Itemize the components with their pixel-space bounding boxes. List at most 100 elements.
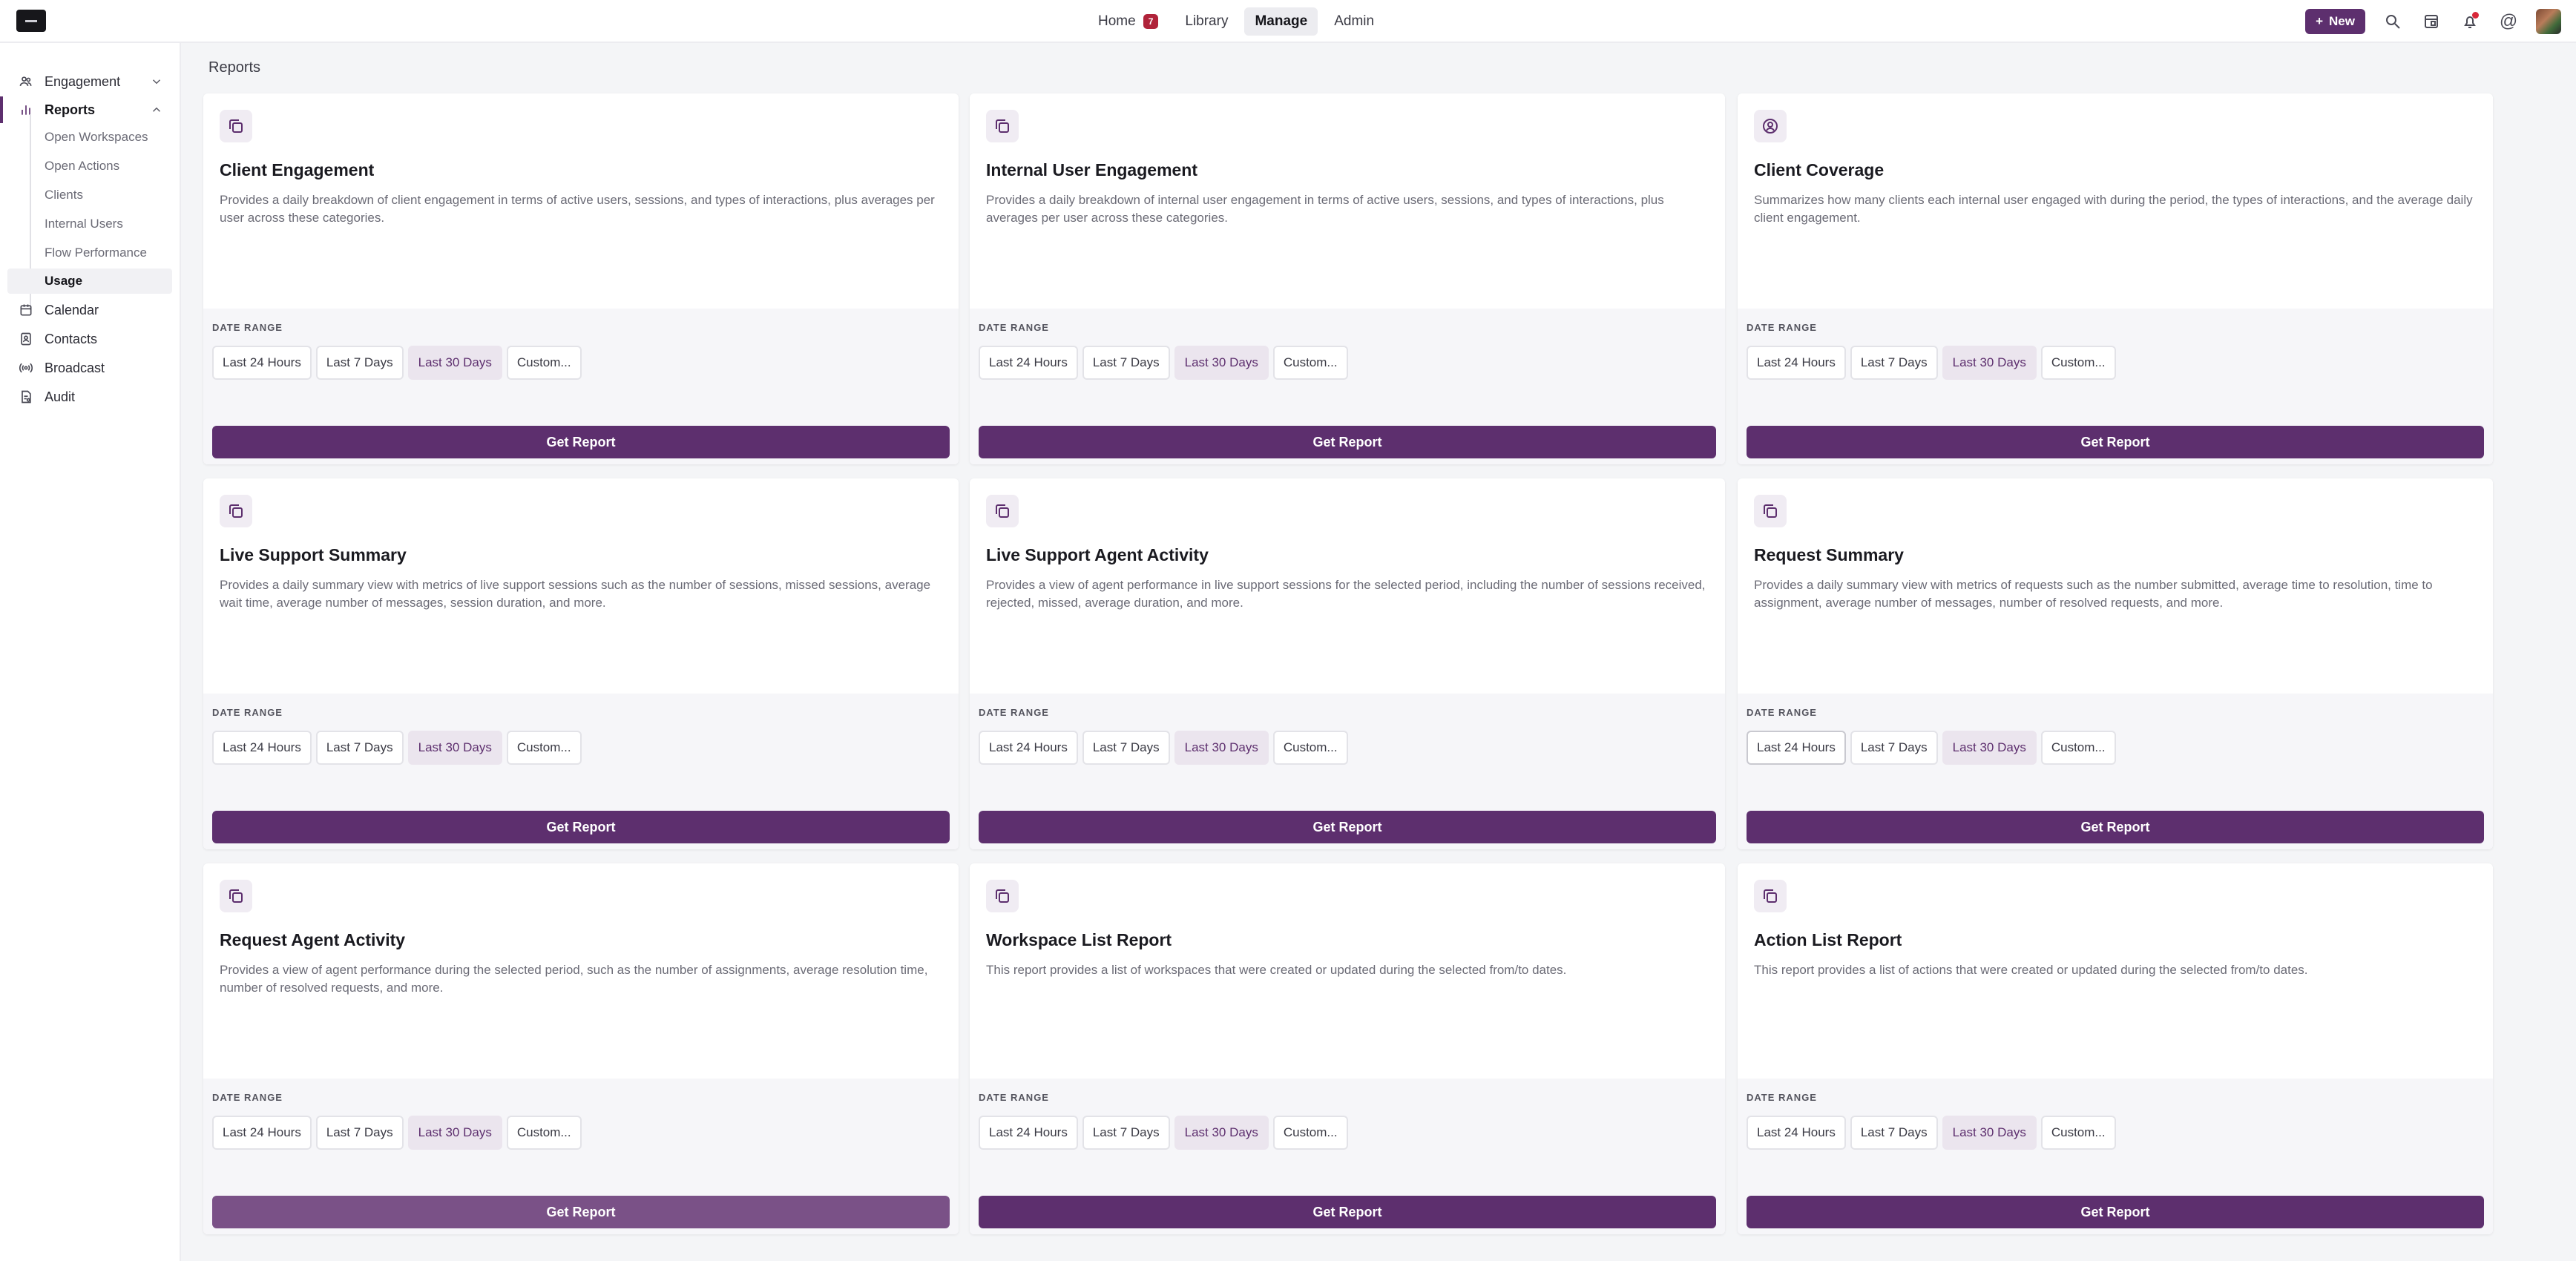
range-last-30-days[interactable]: Last 30 Days (1942, 1116, 2037, 1150)
get-report-button[interactable]: Get Report (979, 426, 1716, 458)
range-custom[interactable]: Custom... (1272, 1116, 1348, 1150)
range-custom[interactable]: Custom... (1272, 346, 1348, 380)
range-last-30-days[interactable]: Last 30 Days (1174, 346, 1269, 380)
bell-icon[interactable] (2459, 10, 2481, 33)
sidebar-item-contacts[interactable]: Contacts (0, 326, 175, 352)
range-custom[interactable]: Custom... (506, 731, 582, 765)
range-last-30-days[interactable]: Last 30 Days (1942, 346, 2037, 380)
range-last-24-hours[interactable]: Last 24 Hours (212, 731, 312, 765)
get-report-button[interactable]: Get Report (212, 1196, 950, 1228)
date-range-label: DATE RANGE (212, 707, 283, 718)
search-icon[interactable] (2382, 10, 2404, 33)
nav-manage[interactable]: Manage (1244, 7, 1318, 36)
sidebar-item-reports[interactable]: Reports (0, 96, 175, 123)
sidebar-subitem-open-actions[interactable]: Open Actions (45, 154, 119, 179)
sidebar-item-broadcast[interactable]: Broadcast (0, 355, 175, 381)
plus-icon: + (2316, 14, 2324, 28)
range-last-24-hours[interactable]: Last 24 Hours (979, 1116, 1078, 1150)
range-last-24-hours[interactable]: Last 24 Hours (212, 1116, 312, 1150)
report-card-request-agent-activity: Request Agent Activity Provides a view o… (203, 863, 959, 1234)
report-card-title: Live Support Summary (220, 545, 407, 564)
sidebar-item-engagement[interactable]: Engagement (0, 68, 175, 95)
sidebar-item-calendar[interactable]: Calendar (0, 297, 175, 323)
report-card-description: This report provides a list of actions t… (1754, 963, 2308, 977)
avatar[interactable] (2536, 9, 2561, 34)
range-last-7-days[interactable]: Last 7 Days (1850, 1116, 1938, 1150)
sidebar-subitem-internal-users[interactable]: Internal Users (45, 211, 123, 237)
range-last-24-hours[interactable]: Last 24 Hours (1747, 731, 1846, 765)
range-last-7-days[interactable]: Last 7 Days (315, 346, 404, 380)
range-last-24-hours[interactable]: Last 24 Hours (979, 346, 1078, 380)
get-report-button[interactable]: Get Report (212, 426, 950, 458)
range-last-24-hours[interactable]: Last 24 Hours (979, 731, 1078, 765)
sidebar-item-label: Audit (45, 389, 76, 404)
get-report-button[interactable]: Get Report (979, 811, 1716, 843)
range-custom[interactable]: Custom... (506, 1116, 582, 1150)
sidebar-subitem-open-workspaces[interactable]: Open Workspaces (45, 125, 148, 150)
range-last-7-days[interactable]: Last 7 Days (1082, 346, 1170, 380)
top-nav: Home 7 Library Manage Admin (1088, 7, 1384, 36)
sidebar-item-label: Reports (45, 102, 96, 117)
nav-admin-label: Admin (1334, 13, 1375, 29)
sidebar-subitem-clients[interactable]: Clients (45, 182, 83, 208)
range-last-7-days[interactable]: Last 7 Days (1850, 731, 1938, 765)
sidebar-item-audit[interactable]: Audit (0, 383, 175, 410)
get-report-button[interactable]: Get Report (979, 1196, 1716, 1228)
nav-home[interactable]: Home 7 (1088, 7, 1169, 36)
chevron-up-icon[interactable] (150, 103, 163, 116)
nav-library-label: Library (1185, 13, 1229, 29)
range-last-30-days[interactable]: Last 30 Days (407, 1116, 502, 1150)
report-card-title: Action List Report (1754, 930, 1902, 949)
get-report-button[interactable]: Get Report (212, 811, 950, 843)
sidebar-subitem-flow-performance[interactable]: Flow Performance (45, 240, 147, 266)
range-last-30-days[interactable]: Last 30 Days (407, 731, 502, 765)
range-last-30-days[interactable]: Last 30 Days (1942, 731, 2037, 765)
get-report-button[interactable]: Get Report (1747, 1196, 2484, 1228)
range-last-30-days[interactable]: Last 30 Days (407, 346, 502, 380)
range-last-24-hours[interactable]: Last 24 Hours (212, 346, 312, 380)
range-custom[interactable]: Custom... (506, 346, 582, 380)
report-card-description: Provides a daily summary view with metri… (1754, 578, 2433, 610)
report-card-description: Provides a daily breakdown of client eng… (220, 193, 935, 225)
report-card-description: Summarizes how many clients each interna… (1754, 193, 2473, 225)
range-custom[interactable]: Custom... (2040, 731, 2116, 765)
range-custom[interactable]: Custom... (2040, 1116, 2116, 1150)
report-card-title: Live Support Agent Activity (986, 545, 1209, 564)
range-custom[interactable]: Custom... (1272, 731, 1348, 765)
range-last-7-days[interactable]: Last 7 Days (1850, 346, 1938, 380)
report-card-footer: DATE RANGE Last 24 Hours Last 7 Days Las… (970, 309, 1725, 464)
nav-library[interactable]: Library (1174, 7, 1238, 36)
range-last-24-hours[interactable]: Last 24 Hours (1747, 346, 1846, 380)
mention-icon[interactable]: @ (2497, 10, 2520, 33)
range-custom[interactable]: Custom... (2040, 346, 2116, 380)
nav-admin[interactable]: Admin (1324, 7, 1384, 36)
report-card-action-list-report: Action List Report This report provides … (1738, 863, 2493, 1234)
top-actions: + New @ (2305, 7, 2561, 36)
report-copy-icon (1754, 495, 1787, 527)
report-card-description: This report provides a list of workspace… (986, 963, 1567, 977)
range-last-30-days[interactable]: Last 30 Days (1174, 1116, 1269, 1150)
range-last-7-days[interactable]: Last 7 Days (1082, 1116, 1170, 1150)
report-copy-icon (986, 495, 1019, 527)
report-card-description: Provides a view of agent performance in … (986, 578, 1706, 610)
report-card-title: Request Agent Activity (220, 930, 406, 949)
report-card-footer: DATE RANGE Last 24 Hours Last 7 Days Las… (970, 1079, 1725, 1234)
range-last-7-days[interactable]: Last 7 Days (315, 731, 404, 765)
report-card-workspace-list-report: Workspace List Report This report provid… (970, 863, 1725, 1234)
range-last-24-hours[interactable]: Last 24 Hours (1747, 1116, 1846, 1150)
get-report-button[interactable]: Get Report (1747, 811, 2484, 843)
range-last-30-days[interactable]: Last 30 Days (1174, 731, 1269, 765)
sidebar: Engagement Reports Open Workspaces Open … (0, 43, 181, 1261)
sidebar-subitem-usage[interactable]: Usage (7, 269, 172, 294)
window-icon[interactable] (2420, 10, 2442, 33)
sidebar-item-label: Engagement (45, 73, 121, 89)
calendar-icon (18, 302, 34, 318)
new-button[interactable]: + New (2305, 9, 2365, 34)
report-card-title: Internal User Engagement (986, 160, 1198, 180)
get-report-button[interactable]: Get Report (1747, 426, 2484, 458)
range-last-7-days[interactable]: Last 7 Days (1082, 731, 1170, 765)
app-logo[interactable] (16, 10, 46, 32)
chevron-down-icon[interactable] (150, 75, 163, 88)
range-last-7-days[interactable]: Last 7 Days (315, 1116, 404, 1150)
report-card-client-engagement: Client Engagement Provides a daily break… (203, 93, 959, 464)
